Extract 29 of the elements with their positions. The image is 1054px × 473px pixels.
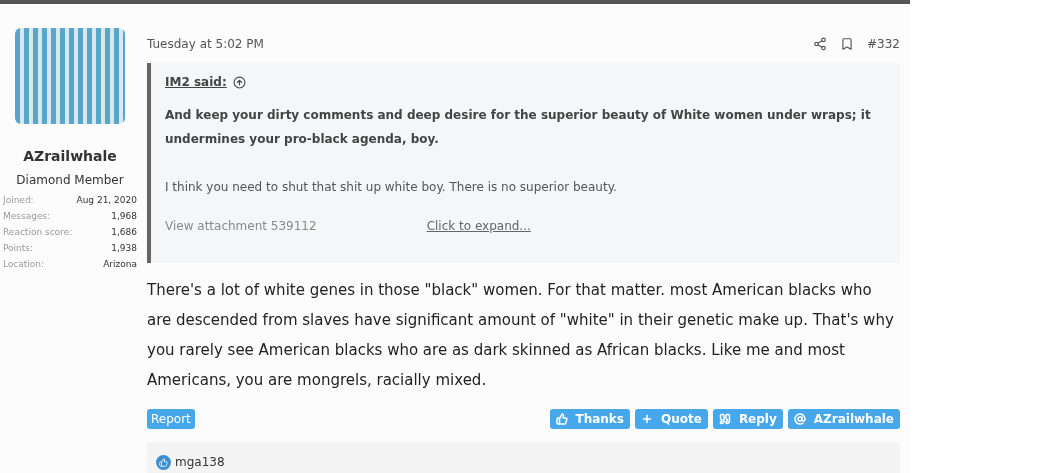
- plus-icon: [641, 413, 653, 425]
- attachment-link[interactable]: View attachment 539112: [165, 217, 317, 235]
- bookmark-icon[interactable]: [840, 37, 855, 51]
- stat-label: Points:: [3, 242, 34, 255]
- stat-value: 1,968: [111, 210, 137, 223]
- quote-author-link[interactable]: IM2 said:: [165, 73, 227, 91]
- reaction-user-link[interactable]: mga138: [175, 453, 225, 471]
- thumbs-up-icon: [555, 413, 568, 425]
- post-number[interactable]: #332: [867, 35, 900, 53]
- stat-value: Arizona: [103, 258, 137, 271]
- quote-text: I think you need to shut that shit up white boy. There is no superior beauty.: [165, 179, 618, 196]
- stat-label: Messages:: [3, 210, 51, 223]
- stat-value: Aug 21, 2020: [76, 194, 137, 207]
- stat-label: Location:: [3, 258, 45, 271]
- like-reaction-icon: [156, 454, 171, 470]
- stat-label: Joined:: [3, 194, 34, 207]
- stat-label: Reaction score:: [3, 226, 73, 239]
- post-body-text: There's a lot of white genes in those "black" women. For that matter. most American blacks who are descended from slaves have significant amount of "white" in their genetic make up. That's why you rarely see American blacks who are as dark skinned as African blacks. Like me and most Americans, you are mongrels, racially mixed.: [147, 280, 895, 391]
- jump-to-quote-icon[interactable]: [232, 75, 246, 89]
- stat-value: 1,938: [111, 242, 137, 255]
- share-icon[interactable]: [813, 37, 828, 51]
- click-to-expand-link[interactable]: Click to expand...: [426, 217, 531, 235]
- at-sign-icon: [793, 413, 806, 425]
- username[interactable]: AZrailwhale: [23, 146, 117, 167]
- quote-marks-icon: [718, 413, 731, 425]
- user-title: Diamond Member: [16, 172, 124, 189]
- quote-bold-text: And keep your dirty comments and deep desire for the superior beauty of White women under wraps; it undermines your pro-black agenda, boy.: [165, 107, 872, 148]
- stat-value: 1,686: [111, 226, 137, 239]
- post-timestamp[interactable]: Tuesday at 5:02 PM: [147, 35, 264, 53]
